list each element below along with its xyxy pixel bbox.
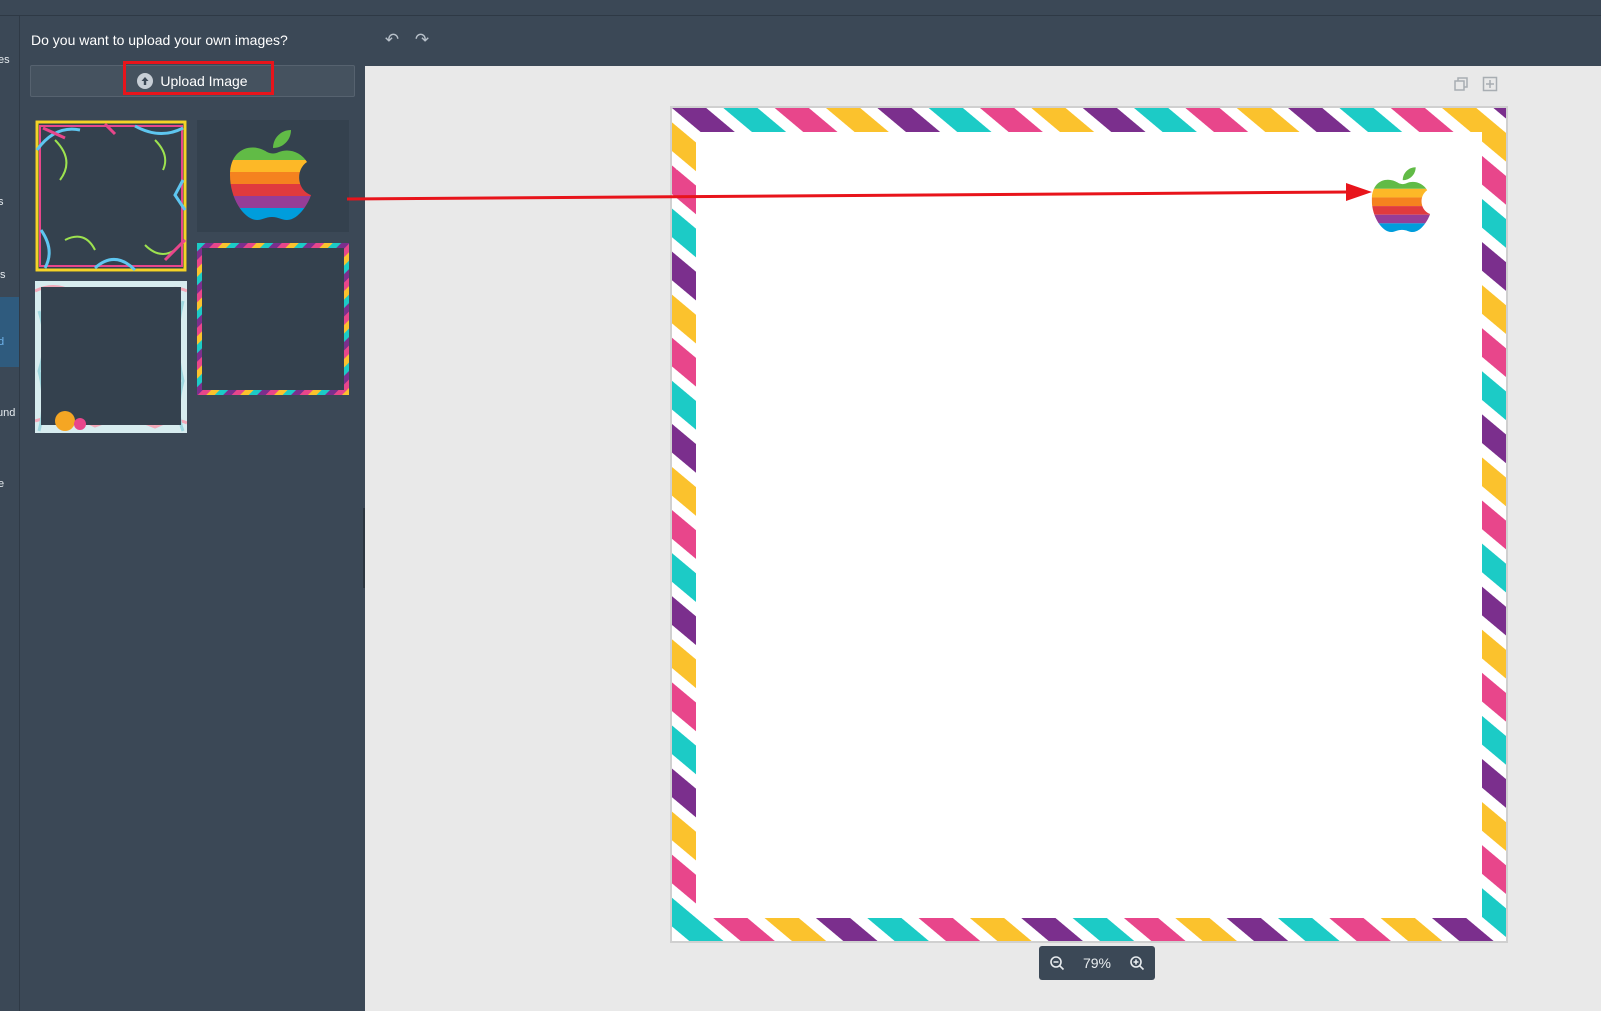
add-page-icon[interactable]	[1481, 76, 1499, 94]
editor-toolbar: ↶ ↷	[365, 16, 1601, 66]
rail-item-upload[interactable]: d	[0, 336, 4, 348]
zoom-in-icon[interactable]	[1126, 952, 1148, 974]
bottom-strip	[365, 986, 1601, 1011]
upload-question: Do you want to upload your own images?	[31, 32, 288, 48]
zoom-out-icon[interactable]	[1046, 952, 1068, 974]
rail-active-indicator	[0, 297, 19, 367]
zoom-level: 79%	[1082, 955, 1112, 971]
thumbnail-apple-logo[interactable]	[197, 120, 349, 232]
canvas-inner-area	[696, 132, 1482, 918]
upload-arrow-icon	[137, 73, 154, 89]
rail-item-elements[interactable]: ts	[0, 269, 6, 281]
upload-image-label: Upload Image	[160, 73, 248, 89]
undo-icon[interactable]: ↶	[382, 30, 402, 50]
rail-item-background[interactable]: und	[0, 407, 15, 419]
thumbnail-floral-frame[interactable]	[34, 281, 188, 433]
rail-item-templates[interactable]: es	[0, 54, 10, 66]
duplicate-page-icon[interactable]	[1452, 76, 1470, 94]
side-rail: es s ts d und e	[0, 16, 20, 1011]
canvas-workspace: 79%	[365, 66, 1601, 986]
upload-image-button[interactable]: Upload Image	[30, 65, 355, 97]
design-canvas[interactable]	[670, 106, 1508, 943]
top-bar	[0, 0, 1601, 16]
rail-item-texts[interactable]: s	[0, 196, 4, 208]
thumbnail-doodle-frame[interactable]	[35, 120, 187, 272]
redo-icon[interactable]: ↷	[412, 30, 432, 50]
zoom-controls: 79%	[1039, 946, 1155, 980]
rail-item-more[interactable]: e	[0, 478, 4, 490]
upload-panel: Do you want to upload your own images? U…	[20, 16, 365, 1011]
thumbnail-striped-frame[interactable]	[197, 243, 349, 395]
